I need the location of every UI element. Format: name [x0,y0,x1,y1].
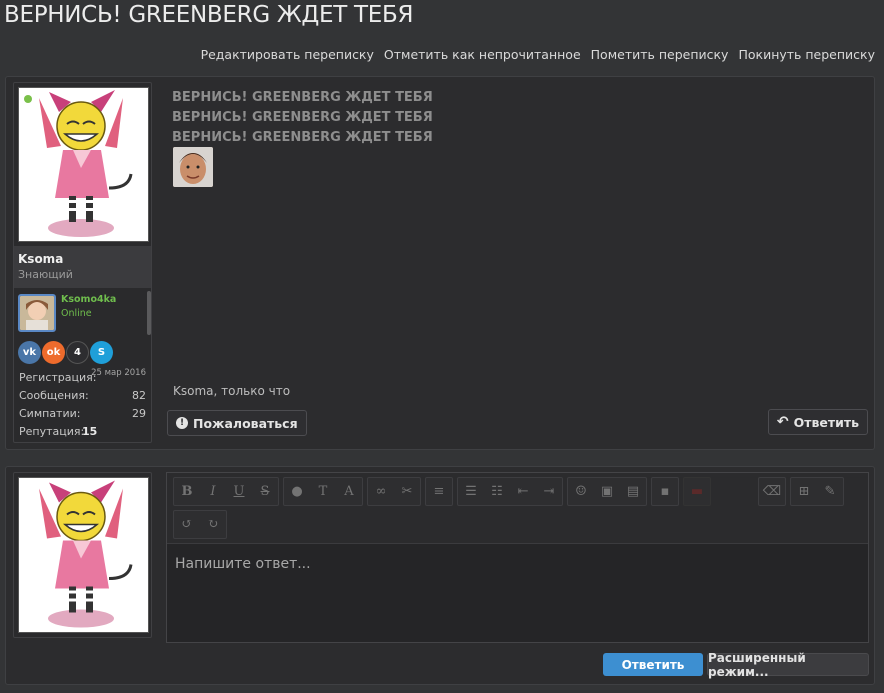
sub-avatar-image [20,296,54,330]
indent-icon[interactable]: ⇥ [536,478,562,505]
toolbar-group-align: ≡ [425,477,453,506]
toolbar-group-extra: ▬ [683,477,711,506]
wrench-icon[interactable]: ✎ [817,478,843,505]
reply-button[interactable]: ↶ Ответить [767,409,868,435]
toolbar-group-list: ☰ ☷ ⇤ ⇥ [457,477,563,506]
font-family-icon[interactable]: A [336,478,362,505]
stat-messages-value: 82 [132,389,146,402]
odnoklassniki-icon[interactable]: ok [42,341,65,364]
reply-avatar-image [39,480,133,628]
unlink-icon[interactable]: ✂ [394,478,420,505]
toolbar-group-tools: ⊞ ✎ [790,477,844,506]
italic-icon[interactable]: I [200,478,226,505]
reply-placeholder: Напишите ответ... [175,556,311,572]
toolbar-group-history: ↺ ↻ [173,510,227,539]
avatar[interactable] [18,87,149,242]
save-draft-icon[interactable]: ▪ [652,478,678,505]
font-size-icon[interactable]: T [310,478,336,505]
vk-icon[interactable]: vk [18,341,41,364]
toolbar-group-insert: ☺ ▣ ▤ [567,477,647,506]
numbered-list-icon[interactable]: ☷ [484,478,510,505]
editor-toolbar: B I U S ● T A ∞ ✂ ≡ ☰ ☷ ⇤ ⇥ ☺ ▣ ▤ ▪ ▬ ⌫ … [173,477,844,506]
face-image [173,147,213,187]
stat-likes-value: 29 [132,407,146,420]
scrollbar[interactable] [147,291,151,335]
username[interactable]: Ksoma [18,252,63,266]
edit-conversation-link[interactable]: Редактировать переписку [201,47,374,62]
sub-username[interactable]: Ksomo4ka [61,294,116,305]
stat-reputation-label: Репутация: [19,425,85,438]
thread-actions: Редактировать переписку Отметить как неп… [201,47,875,62]
message-line: ВЕРНИСЬ! GREENBERG ЖДЕТ ТЕБЯ [172,90,433,105]
alert-icon: ! [176,417,188,429]
star-conversation-link[interactable]: Пометить переписку [591,47,729,62]
stat-messages-label: Сообщения: [19,389,89,402]
user-info: Ksoma Знающий Ksomo4ka Online vk ok 4 S … [13,82,152,443]
toolbar-group-clear: ⌫ [758,477,786,506]
social-links: vk ok 4 S [18,341,113,364]
submit-reply-button[interactable]: Ответить [603,653,703,676]
report-button[interactable]: ! Пожаловаться [167,410,307,436]
message-meta[interactable]: Ksoma, только что [173,384,290,398]
sub-avatar[interactable] [18,294,56,332]
eraser-icon[interactable]: ⌫ [759,478,785,505]
text-color-icon[interactable]: ● [284,478,310,505]
toolbar-group-save: ▪ [651,477,679,506]
editor-toolbar-row2: ↺ ↻ [173,510,227,539]
username-area: Ksoma Знающий [14,246,151,288]
message-line: ВЕРНИСЬ! GREENBERG ЖДЕТ ТЕБЯ [172,110,433,125]
online-indicator [24,95,32,103]
undo-icon[interactable]: ↺ [174,511,200,538]
reply-avatar[interactable] [18,477,149,633]
bullet-list-icon[interactable]: ☰ [458,478,484,505]
toolbar-group-link: ∞ ✂ [367,477,421,506]
mark-unread-link[interactable]: Отметить как непрочитанное [384,47,581,62]
steam-icon[interactable]: 4 [66,341,89,364]
stat-reputation-value: 15 [82,425,98,438]
toolbar-group-font: ● T A [283,477,363,506]
sub-status: Online [61,308,92,319]
reply-textarea[interactable]: Напишите ответ... [167,543,868,642]
avatar-image [39,90,133,237]
bold-icon[interactable]: B [174,478,200,505]
stat-registration-value: 25 мар 2016 [91,368,146,378]
image-icon[interactable]: ▣ [594,478,620,505]
user-rank: Знающий [18,268,73,281]
align-icon[interactable]: ≡ [426,478,452,505]
stat-likes-label: Симпатии: [19,407,81,420]
link-icon[interactable]: ∞ [368,478,394,505]
extra-red-icon[interactable]: ▬ [684,478,710,505]
message-panel: Ksoma Знающий Ksomo4ka Online vk ok 4 S … [5,76,875,450]
toolbar-group-format: B I U S [173,477,279,506]
page-title: ВЕРНИСЬ! GREENBERG ЖДЕТ ТЕБЯ [4,2,414,28]
quick-reply-panel: B I U S ● T A ∞ ✂ ≡ ☰ ☷ ⇤ ⇥ ☺ ▣ ▤ ▪ ▬ ⌫ … [5,466,875,685]
reply-user-info [13,472,152,638]
redo-icon[interactable]: ↻ [200,511,226,538]
reply-editor: B I U S ● T A ∞ ✂ ≡ ☰ ☷ ⇤ ⇥ ☺ ▣ ▤ ▪ ▬ ⌫ … [166,472,869,643]
strikethrough-icon[interactable]: S [252,478,278,505]
smiley-icon[interactable]: ☺ [568,478,594,505]
advanced-mode-button[interactable]: Расширенный режим... [707,651,869,679]
embedded-image [173,147,213,187]
stat-registration-label: Регистрация: [19,371,97,384]
reply-label: Ответить [793,414,859,430]
plus-icon[interactable]: ⊞ [791,478,817,505]
message-line: ВЕРНИСЬ! GREENBERG ЖДЕТ ТЕБЯ [172,130,433,145]
skype-icon[interactable]: S [90,341,113,364]
leave-conversation-link[interactable]: Покинуть переписку [738,47,875,62]
report-label: Пожаловаться [193,415,298,431]
reply-arrow-icon: ↶ [776,414,789,430]
underline-icon[interactable]: U [226,478,252,505]
outdent-icon[interactable]: ⇤ [510,478,536,505]
media-icon[interactable]: ▤ [620,478,646,505]
